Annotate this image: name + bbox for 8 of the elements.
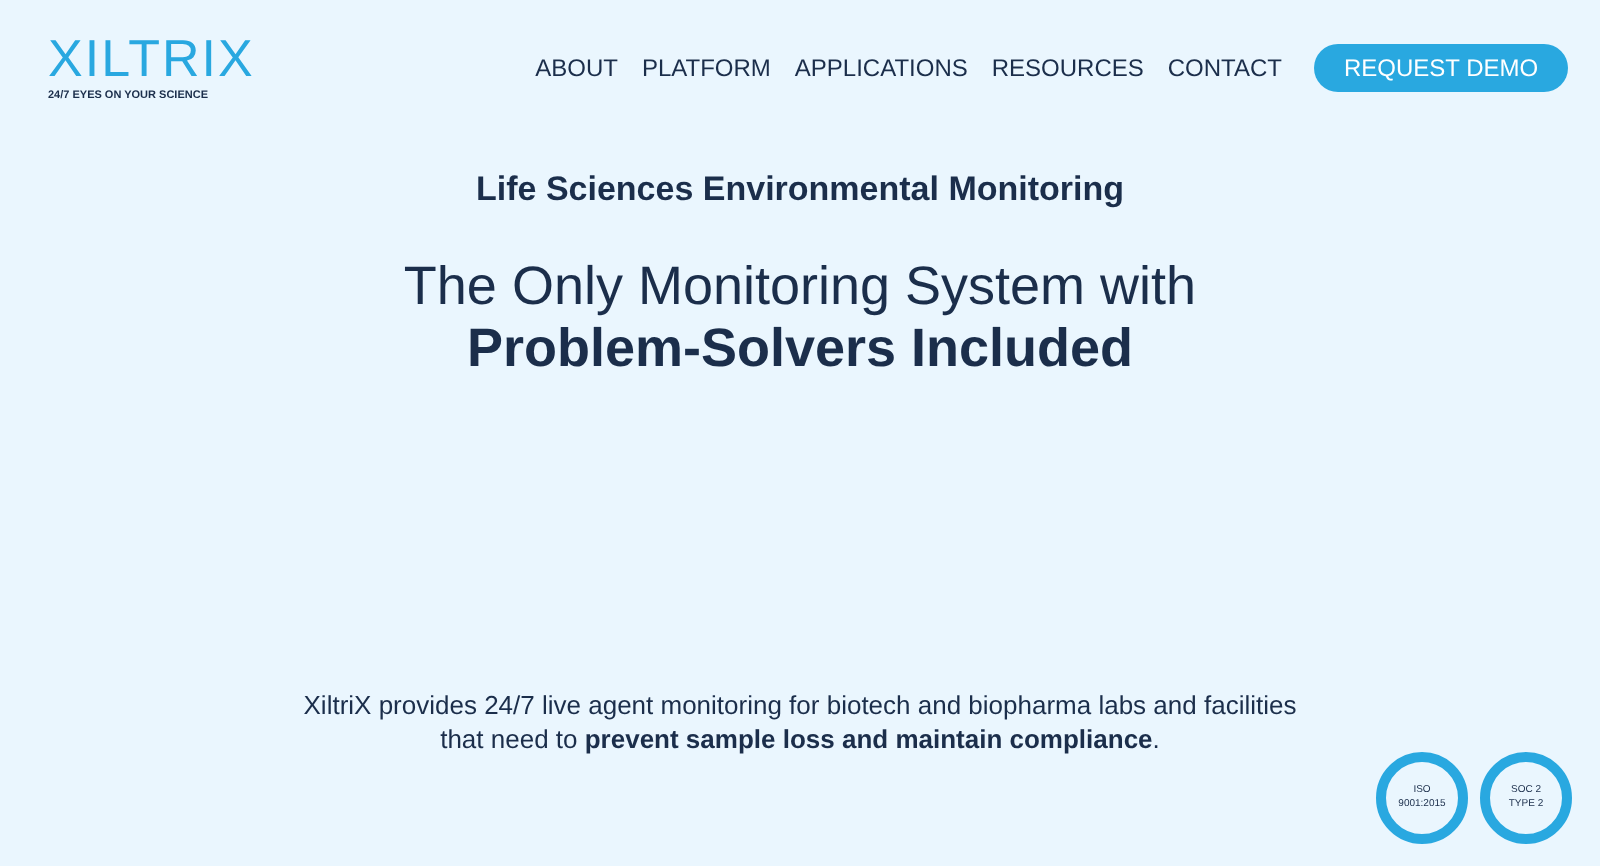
nav-link[interactable]: PLATFORM (641, 50, 771, 87)
nav-link[interactable]: RESOURCES (991, 50, 1144, 87)
hero-eyebrow: Life Sciences Environmental Monitoring (476, 168, 1124, 213)
nav-link[interactable]: ABOUT (535, 50, 618, 87)
nav-link[interactable]: APPLICATIONS (794, 50, 968, 87)
hero-title: The Only Monitoring System with Problem-Solvers Included (403, 255, 1197, 380)
hero-description: XiltriX provides 24/7 live agent monitoring for biotech and biopharma labs and facilities that need to prevent sample loss and maintain compliance. (301, 687, 1299, 756)
nav-link[interactable]: CONTACT (1167, 50, 1282, 87)
